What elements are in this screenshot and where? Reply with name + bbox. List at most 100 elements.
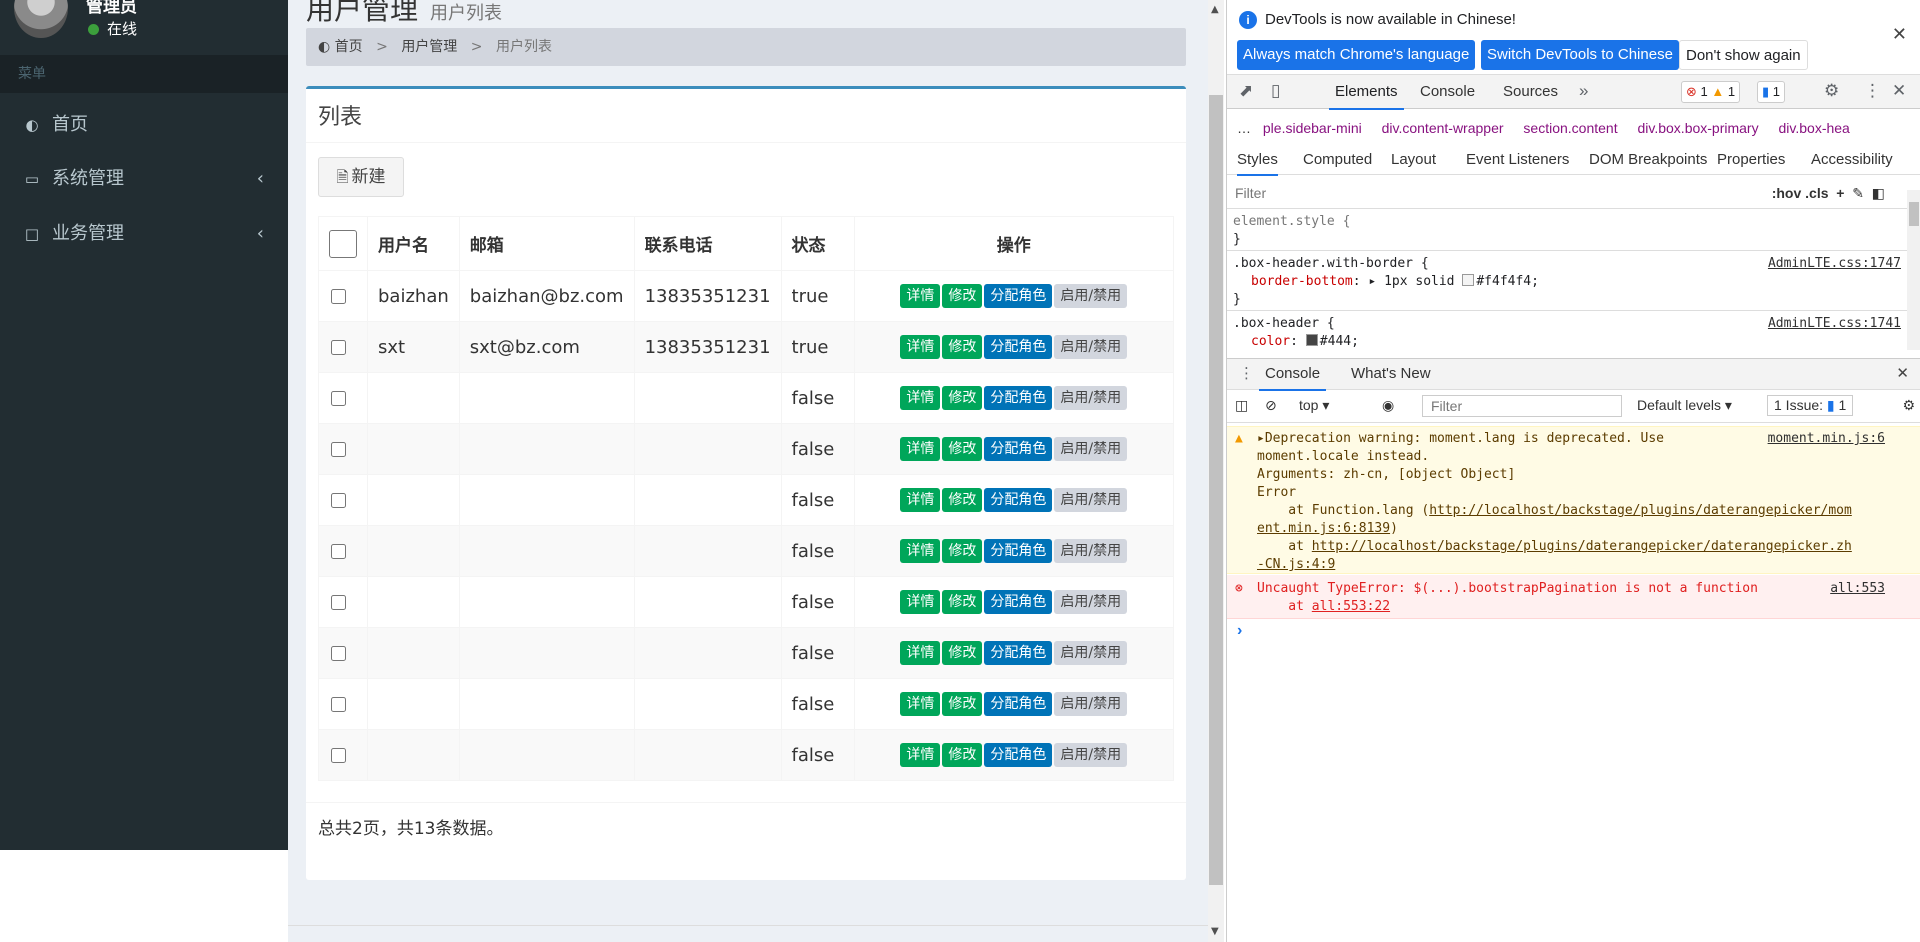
toggle-enable-button[interactable]: 启用/禁用 xyxy=(1054,488,1128,512)
detail-button[interactable]: 详情 xyxy=(900,641,941,665)
device-toolbar-icon[interactable]: ▯ xyxy=(1271,81,1280,101)
edit-button[interactable]: 修改 xyxy=(942,488,983,512)
assign-role-button[interactable]: 分配角色 xyxy=(984,437,1053,461)
select-all-checkbox[interactable] xyxy=(329,229,357,258)
row-checkbox[interactable] xyxy=(331,748,346,763)
row-checkbox[interactable] xyxy=(331,595,346,610)
inspect-icon[interactable]: ⬈ xyxy=(1239,81,1253,101)
match-language-button[interactable]: Always match Chrome's language xyxy=(1237,40,1476,70)
sidebar-item-business[interactable]: □ 业务管理 ‹ xyxy=(0,207,288,261)
edit-button[interactable]: 修改 xyxy=(942,743,983,767)
detail-button[interactable]: 详情 xyxy=(900,488,941,512)
edit-button[interactable]: 修改 xyxy=(942,641,983,665)
detail-button[interactable]: 详情 xyxy=(900,743,941,767)
edit-button[interactable]: 修改 xyxy=(942,284,983,308)
row-checkbox[interactable] xyxy=(331,442,346,457)
style-source-link[interactable]: AdminLTE.css:1741 xyxy=(1768,316,1901,331)
assign-role-button[interactable]: 分配角色 xyxy=(984,386,1053,410)
row-checkbox[interactable] xyxy=(331,493,346,508)
subtab-styles[interactable]: Styles xyxy=(1237,146,1278,176)
tab-console[interactable]: Console xyxy=(1420,75,1475,108)
drawer-tab-whats-new[interactable]: What's New xyxy=(1351,359,1431,389)
color-swatch[interactable] xyxy=(1462,274,1475,286)
toggle-enable-button[interactable]: 启用/禁用 xyxy=(1054,590,1128,614)
close-icon[interactable]: ✕ xyxy=(1892,24,1907,45)
clear-console-icon[interactable]: ⊘ xyxy=(1265,397,1277,414)
detail-button[interactable]: 详情 xyxy=(900,335,941,359)
stack-link[interactable]: http://localhost/backstage/plugins/dater… xyxy=(1429,503,1852,518)
warning-source-link[interactable]: moment.min.js:6 xyxy=(1768,431,1885,446)
stack-link[interactable]: http://localhost/backstage/plugins/dater… xyxy=(1312,539,1852,554)
sidebar-item-home[interactable]: ◐ 首页 xyxy=(0,98,288,152)
assign-role-button[interactable]: 分配角色 xyxy=(984,284,1053,308)
add-rule-icon[interactable]: + xyxy=(1836,185,1844,201)
assign-role-button[interactable]: 分配角色 xyxy=(984,335,1053,359)
subtab-computed[interactable]: Computed xyxy=(1303,146,1372,174)
hov-cls-toggles[interactable]: :hov .cls xyxy=(1772,185,1829,201)
stack-link[interactable]: ent.min.js:6:8139 xyxy=(1257,521,1390,536)
tab-elements[interactable]: Elements xyxy=(1329,75,1404,110)
scroll-down-icon[interactable]: ▼ xyxy=(1211,926,1219,937)
scrollbar-thumb[interactable] xyxy=(1909,202,1919,226)
detail-button[interactable]: 详情 xyxy=(900,692,941,716)
error-source-link[interactable]: all:553 xyxy=(1830,581,1885,596)
assign-role-button[interactable]: 分配角色 xyxy=(984,692,1053,716)
toggle-enable-button[interactable]: 启用/禁用 xyxy=(1054,692,1128,716)
toggle-enable-button[interactable]: 启用/禁用 xyxy=(1054,641,1128,665)
toggle-enable-button[interactable]: 启用/禁用 xyxy=(1054,437,1128,461)
message-counter[interactable]: ▮ 1 xyxy=(1757,81,1786,103)
row-checkbox[interactable] xyxy=(331,544,346,559)
toggle-enable-button[interactable]: 启用/禁用 xyxy=(1054,335,1128,359)
subtab-properties[interactable]: Properties xyxy=(1717,146,1785,174)
stack-link[interactable]: -CN.js:4:9 xyxy=(1257,557,1335,572)
console-prompt-icon[interactable]: › xyxy=(1237,622,1242,640)
assign-role-button[interactable]: 分配角色 xyxy=(984,539,1053,563)
assign-role-button[interactable]: 分配角色 xyxy=(984,743,1053,767)
context-select[interactable]: top ▾ xyxy=(1299,397,1329,414)
kebab-menu-icon[interactable]: ⋮ xyxy=(1864,81,1881,101)
toggle-enable-button[interactable]: 启用/禁用 xyxy=(1054,386,1128,410)
dom-crumb[interactable]: ple.sidebar-mini xyxy=(1263,120,1362,136)
edit-button[interactable]: 修改 xyxy=(942,539,983,563)
dom-crumb[interactable]: section.content xyxy=(1523,120,1617,136)
dom-crumb[interactable]: div.content-wrapper xyxy=(1382,120,1504,136)
edit-button[interactable]: 修改 xyxy=(942,335,983,359)
ellipsis-icon[interactable]: … xyxy=(1237,120,1251,136)
assign-role-button[interactable]: 分配角色 xyxy=(984,488,1053,512)
eye-icon[interactable]: ◉ xyxy=(1382,397,1394,414)
edit-button[interactable]: 修改 xyxy=(942,590,983,614)
dom-crumb[interactable]: div.box.box-primary xyxy=(1637,120,1758,136)
sidebar-toggle-icon[interactable]: ◫ xyxy=(1235,397,1248,414)
more-tabs-icon[interactable]: » xyxy=(1579,81,1588,101)
sidebar-toggle-icon[interactable]: ◧ xyxy=(1872,185,1885,201)
row-checkbox[interactable] xyxy=(331,391,346,406)
subtab-accessibility[interactable]: Accessibility xyxy=(1811,146,1893,174)
detail-button[interactable]: 详情 xyxy=(900,437,941,461)
switch-language-button[interactable]: Switch DevTools to Chinese xyxy=(1481,40,1679,70)
row-checkbox[interactable] xyxy=(331,289,346,304)
assign-role-button[interactable]: 分配角色 xyxy=(984,590,1053,614)
styles-scrollbar[interactable] xyxy=(1907,190,1920,350)
dont-show-again-button[interactable]: Don't show again xyxy=(1679,40,1808,70)
edit-button[interactable]: 修改 xyxy=(942,386,983,410)
issues-button[interactable]: 1 Issue: ▮ 1 xyxy=(1767,395,1854,416)
drawer-menu-icon[interactable]: ⋮ xyxy=(1239,364,1254,382)
close-devtools-icon[interactable]: ✕ xyxy=(1892,81,1906,101)
toggle-enable-button[interactable]: 启用/禁用 xyxy=(1054,284,1128,308)
detail-button[interactable]: 详情 xyxy=(900,386,941,410)
detail-button[interactable]: 详情 xyxy=(900,590,941,614)
scroll-up-icon[interactable]: ▲ xyxy=(1211,4,1219,15)
color-swatch[interactable] xyxy=(1305,334,1318,346)
toggle-enable-button[interactable]: 启用/禁用 xyxy=(1054,539,1128,563)
console-filter-input[interactable]: Filter xyxy=(1422,395,1622,417)
drawer-tab-console[interactable]: Console xyxy=(1259,359,1327,391)
styles-filter-input[interactable]: Filter xyxy=(1235,185,1266,201)
log-levels-select[interactable]: Default levels ▾ xyxy=(1637,397,1732,414)
edit-button[interactable]: 修改 xyxy=(942,437,983,461)
detail-button[interactable]: 详情 xyxy=(900,539,941,563)
subtab-layout[interactable]: Layout xyxy=(1391,146,1436,174)
console-settings-icon[interactable]: ⚙ xyxy=(1902,397,1915,414)
tab-sources[interactable]: Sources xyxy=(1503,75,1558,108)
new-button[interactable]: 🗎 新建 xyxy=(318,157,404,197)
breadcrumb-home[interactable]: 首页 xyxy=(335,39,363,55)
